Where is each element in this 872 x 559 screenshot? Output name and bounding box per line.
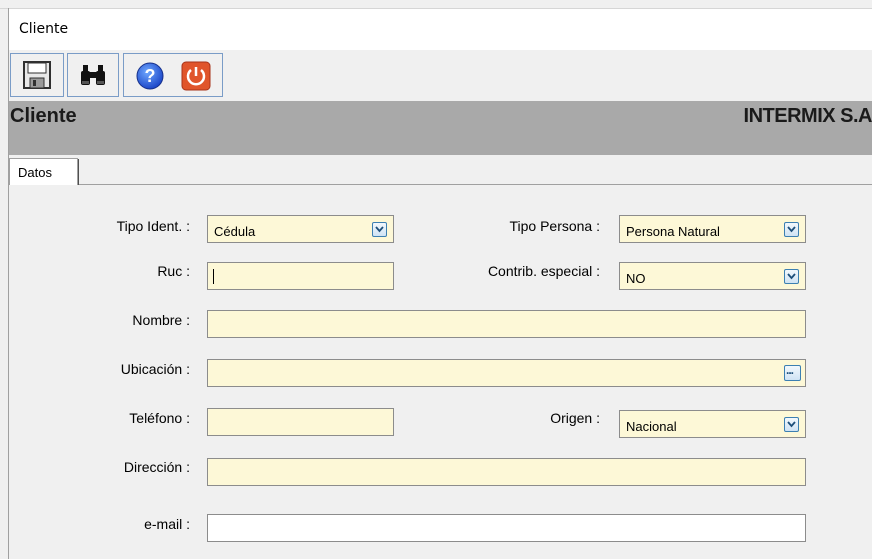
tipo-ident-label: Tipo Ident. : xyxy=(116,218,190,234)
tipo-ident-dropdown-button[interactable] xyxy=(372,222,387,237)
origen-label: Origen : xyxy=(550,410,600,426)
title-bar: Cliente xyxy=(9,9,872,50)
chevron-down-icon xyxy=(787,273,796,280)
ellipsis-icon: ... xyxy=(786,363,794,377)
tipo-persona-dropdown-button[interactable] xyxy=(784,222,799,237)
top-strip xyxy=(0,0,872,9)
floppy-save-icon xyxy=(23,61,51,89)
telefono-label: Teléfono : xyxy=(129,410,190,426)
svg-text:?: ? xyxy=(145,66,156,86)
email-label: e-mail : xyxy=(144,516,190,532)
header-band: Cliente INTERMIX S.A xyxy=(9,101,872,155)
ubicacion-input[interactable]: ... xyxy=(207,359,806,387)
origen-select[interactable]: Nacional xyxy=(619,410,806,438)
contrib-especial-dropdown-button[interactable] xyxy=(784,269,799,284)
binoculars-search-icon xyxy=(81,65,105,85)
text-caret xyxy=(213,269,214,284)
chevron-down-icon xyxy=(375,226,384,233)
ubicacion-browse-button[interactable]: ... xyxy=(784,363,801,381)
toolbar: ? xyxy=(9,50,872,101)
tipo-ident-select[interactable]: Cédula xyxy=(207,215,394,243)
client-window: Cliente ? Cliente INTERMIX S.A Datos Tip… xyxy=(0,0,872,559)
tab-strip: Datos xyxy=(9,155,872,186)
tipo-persona-select[interactable]: Persona Natural xyxy=(619,215,806,243)
tab-datos[interactable]: Datos xyxy=(9,158,78,186)
nombre-label: Nombre : xyxy=(132,312,190,328)
ruc-label: Ruc : xyxy=(157,263,190,279)
tipo-persona-value: Persona Natural xyxy=(626,224,720,239)
company-name: INTERMIX S.A xyxy=(743,105,872,127)
form-title: Cliente xyxy=(10,105,77,127)
email-input[interactable] xyxy=(207,514,806,542)
save-button[interactable] xyxy=(10,53,64,97)
chevron-down-icon xyxy=(787,226,796,233)
origen-value: Nacional xyxy=(626,419,677,434)
tipo-persona-label: Tipo Persona : xyxy=(509,218,600,234)
ubicacion-label: Ubicación : xyxy=(120,361,190,377)
tab-label: Datos xyxy=(18,165,52,180)
origen-dropdown-button[interactable] xyxy=(784,417,799,432)
direccion-input[interactable] xyxy=(207,458,806,486)
datos-panel: Tipo Ident. : Cédula Tipo Persona : Pers… xyxy=(9,185,872,559)
telefono-input[interactable] xyxy=(207,408,394,436)
search-button[interactable] xyxy=(67,53,119,97)
exit-button[interactable] xyxy=(178,58,214,92)
direccion-label: Dirección : xyxy=(123,459,190,475)
tipo-ident-value: Cédula xyxy=(214,224,256,239)
contrib-especial-value: NO xyxy=(626,271,646,286)
contrib-especial-select[interactable]: NO xyxy=(619,262,806,290)
window-title: Cliente xyxy=(19,21,69,37)
power-exit-icon xyxy=(181,61,211,91)
help-icon: ? xyxy=(136,62,164,90)
help-button[interactable]: ? xyxy=(130,58,166,92)
tab-shadow xyxy=(78,159,79,185)
nombre-input[interactable] xyxy=(207,310,806,338)
chevron-down-icon xyxy=(787,421,796,428)
contrib-especial-label: Contrib. especial : xyxy=(487,263,600,279)
ruc-input[interactable] xyxy=(207,262,394,290)
help-exit-group: ? xyxy=(123,53,223,97)
